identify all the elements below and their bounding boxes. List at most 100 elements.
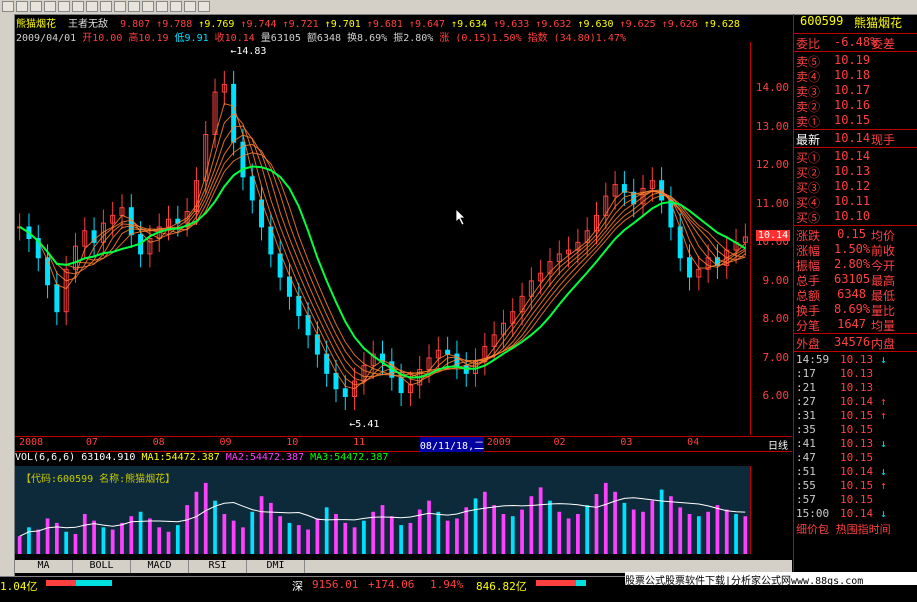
quote-webi: 委比 -6.48% 委差	[794, 35, 917, 51]
quote-value: 10.11	[834, 194, 871, 208]
status-red-bar	[46, 580, 76, 586]
quote-buy-level: 买③ 10.12	[794, 179, 917, 195]
quote-panel: 600599 熊猫烟花 委比 -6.48% 委差 卖⑤ 10.19 卖④ 10.18 卖③ 10…	[793, 14, 917, 576]
volume-bar	[594, 494, 599, 554]
quote-value: 10.13	[834, 164, 871, 178]
quote-label: 委比	[796, 37, 821, 51]
volume-bar	[445, 520, 450, 554]
tab-boll[interactable]: BOLL	[73, 560, 131, 573]
divider	[794, 129, 917, 130]
trade-time: 15:00	[796, 507, 830, 520]
tab-rsi[interactable]: RSI	[189, 560, 247, 573]
price-tick-label: 12.00	[755, 158, 789, 172]
quote-sell-level: 卖⑤ 10.19	[794, 53, 917, 69]
tick-trade-row: 15:00 10.14 ↓	[794, 507, 917, 522]
volume-bar	[138, 511, 143, 554]
volume-axis: 15000010000050000	[750, 466, 793, 554]
volume-chart[interactable]: 【代码:600599 名称:熊猫烟花】	[15, 466, 750, 554]
tab-dmi[interactable]: DMI	[247, 560, 305, 573]
volume-bar	[538, 487, 543, 554]
bar-open: 开10.00	[82, 33, 123, 42]
quote-sell-level: 卖① 10.15	[794, 113, 917, 129]
ticker-price: ↑9.681	[366, 19, 403, 28]
print-icon[interactable]	[58, 1, 70, 12]
quote-value: 10.17	[834, 83, 871, 97]
trade-time: :35	[796, 423, 816, 436]
trade-time: :21	[796, 381, 816, 394]
volume-bar	[64, 531, 69, 554]
price-tick-label: 14.00	[755, 81, 789, 95]
quote-value: 10.10	[834, 209, 871, 223]
volume-bar	[501, 514, 506, 554]
ticker-price: ↑9.628	[703, 19, 740, 28]
text-icon[interactable]	[156, 1, 168, 12]
period-label[interactable]: 日线	[768, 437, 788, 452]
zoom-out-icon[interactable]	[100, 1, 112, 12]
copy-icon[interactable]	[72, 1, 84, 12]
date-tick-label: 09	[219, 437, 232, 448]
grid-icon[interactable]	[184, 1, 196, 12]
ticker-price: ↑9.647	[408, 19, 446, 28]
kline-chart[interactable]: ←14.83 ←5.41	[15, 42, 750, 435]
date-tick-label: 2009	[486, 437, 511, 448]
kline-icon[interactable]	[114, 1, 126, 12]
low-annotation: ←5.41	[349, 419, 379, 430]
bar-low: 低9.91	[174, 33, 209, 42]
quote-value: 1647	[837, 317, 866, 331]
trade-time: :31	[796, 409, 816, 422]
tab-ma[interactable]: MA	[15, 560, 73, 573]
quote-buy-level: 买② 10.13	[794, 164, 917, 180]
quote-footer[interactable]: 细价包 热围指时间	[796, 521, 891, 537]
ticker-price: ↑9.788	[156, 19, 193, 28]
volume-bar	[678, 507, 683, 554]
zoom-in-icon[interactable]	[86, 1, 98, 12]
volume-bar	[389, 516, 394, 554]
price-ticker: 熊猫烟花 王者无敌 9.807 ↑9.788 ↑9.769 ↑9.744 ↑9.721 ↑…	[16, 15, 796, 28]
trade-price: 10.15	[840, 479, 874, 492]
quote-buy-level: 买④ 10.11	[794, 194, 917, 210]
quote-label: 分笔	[796, 319, 821, 333]
volume-bar	[529, 496, 534, 554]
indicator-icon[interactable]	[128, 1, 140, 12]
arrow-up-icon: ↑	[880, 395, 887, 408]
draw-icon[interactable]	[142, 1, 154, 12]
volume-bar	[315, 518, 320, 554]
quote-value: 1.50%	[834, 242, 871, 256]
price-tick-label: 7.00	[762, 350, 790, 364]
left-scroll-strip[interactable]	[0, 14, 15, 580]
arrow-down-icon: ↓	[880, 437, 887, 450]
forward-icon[interactable]	[30, 1, 42, 12]
menu-icon[interactable]	[2, 1, 14, 12]
date-axis: 日线 2008 07 08 09 10 11 08/11/18,二 2009 02 03 04	[15, 436, 792, 452]
trade-time: 14:59	[796, 353, 830, 366]
mouse-pointer-icon	[455, 208, 466, 228]
volume-bar	[482, 491, 487, 554]
bar-high: 高10.19	[128, 33, 169, 42]
volume-bar	[585, 505, 590, 554]
volume-bar	[380, 505, 385, 554]
quote-label-secondary: 内盘	[871, 337, 896, 351]
volume-bar	[362, 520, 366, 554]
stock-subtitle: 王者无敌	[68, 19, 109, 28]
ticker-price: ↑9.744	[240, 19, 277, 28]
back-icon[interactable]	[16, 1, 28, 12]
trade-time: :47	[796, 451, 816, 464]
tick-trade-row: :17 10.13	[794, 367, 917, 382]
price-tick-label: 11.00	[755, 196, 789, 210]
tab-macd[interactable]: MACD	[131, 560, 189, 573]
volume-bar	[231, 520, 236, 554]
refresh-icon[interactable]	[44, 1, 56, 12]
divider	[794, 147, 917, 148]
volume-bar	[203, 482, 208, 554]
price-tick-label: 9.00	[762, 273, 790, 287]
volume-bar	[622, 502, 627, 554]
quote-value: 0.15	[837, 227, 866, 241]
volume-bar	[743, 516, 748, 554]
ticker-price: ↑9.630	[577, 19, 614, 28]
quote-value: 10.12	[834, 179, 871, 193]
settings-icon[interactable]	[198, 1, 210, 12]
vol-code-label: 【代码:600599 名称:熊猫烟花】	[21, 472, 175, 485]
tick-trade-row: 14:59 10.13 ↓	[794, 353, 917, 368]
line-icon[interactable]	[170, 1, 182, 12]
bar-date: 2009/04/01	[16, 33, 77, 42]
